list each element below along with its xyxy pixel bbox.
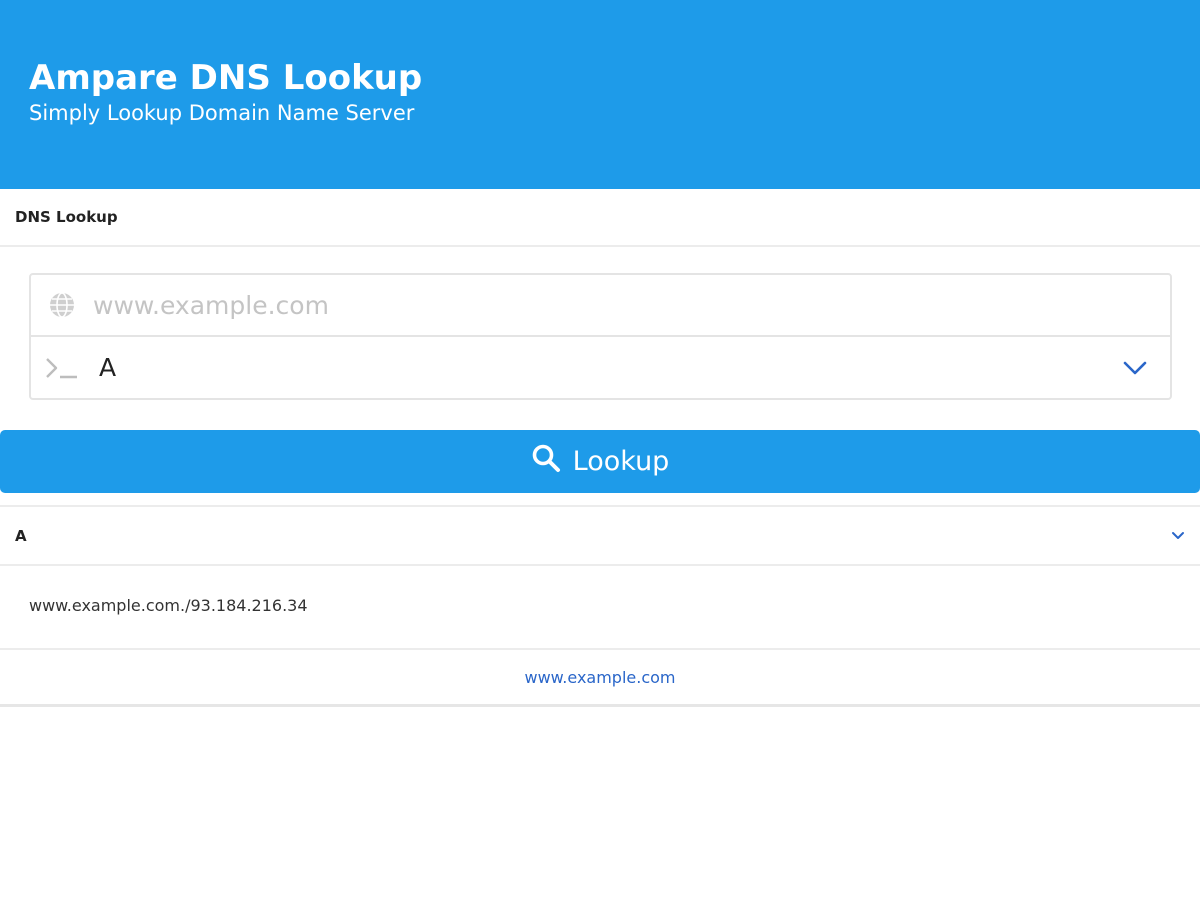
result-record-type: A [15, 526, 27, 545]
chevron-down-icon[interactable] [1171, 526, 1185, 545]
result-entry: www.example.com./93.184.216.34 [0, 566, 1200, 650]
result-card: A www.example.com./93.184.216.34 www.exa… [0, 505, 1200, 707]
chevron-down-icon[interactable] [1100, 337, 1170, 398]
search-icon [531, 443, 561, 480]
app-header: Ampare DNS Lookup Simply Lookup Domain N… [0, 0, 1200, 189]
domain-input[interactable] [93, 285, 1093, 325]
result-domain-link[interactable]: www.example.com [525, 668, 676, 687]
app-title: Ampare DNS Lookup [29, 58, 423, 98]
lookup-button[interactable]: Lookup [0, 430, 1200, 493]
app-subtitle: Simply Lookup Domain Name Server [29, 101, 415, 125]
lookup-button-label: Lookup [572, 446, 670, 477]
globe-icon [31, 275, 93, 335]
terminal-icon [31, 337, 93, 398]
domain-field[interactable] [29, 273, 1172, 337]
result-footer: www.example.com [0, 650, 1200, 704]
card-title: DNS Lookup [0, 189, 1200, 247]
record-type-value: A [99, 353, 117, 382]
record-type-select[interactable]: A [29, 336, 1172, 400]
result-header[interactable]: A [0, 507, 1200, 566]
